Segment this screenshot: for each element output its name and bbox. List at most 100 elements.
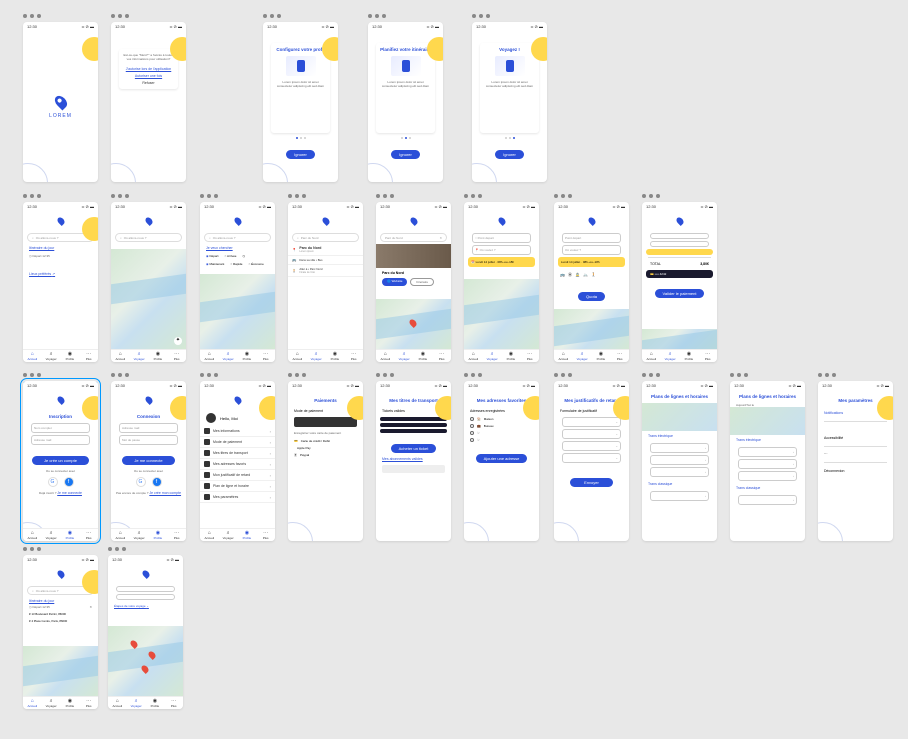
tab-travel[interactable]: ⌕Voyager [130, 531, 149, 540]
filter-cheap[interactable]: ○ Économe [248, 262, 263, 266]
search-input[interactable]: Parc du Nord✕ [380, 233, 447, 242]
frame-handle[interactable] [200, 373, 275, 377]
delay-field[interactable]: ⌄ [562, 417, 621, 427]
line-item[interactable]: › [650, 491, 709, 501]
filter-arrivee[interactable]: ○ Arrivée [224, 254, 236, 258]
frame-handle[interactable] [288, 373, 363, 377]
ticket-item[interactable] [380, 429, 447, 433]
tab-profile[interactable]: ◉Profile [414, 352, 433, 361]
tab-home[interactable]: ⌂Accueil [288, 352, 307, 361]
line-item[interactable]: › [738, 447, 797, 457]
frame-handle[interactable] [472, 14, 547, 18]
plan-map[interactable] [642, 403, 717, 431]
directions-button[interactable]: Itinéraire [410, 278, 434, 286]
date-selector[interactable]: Lundi 14 juillet · 08h–ou–18h [558, 257, 625, 267]
tab-travel[interactable]: ⌕Voyager [127, 699, 146, 708]
tab-profile[interactable]: ◉Profile [680, 352, 699, 361]
settings-item[interactable]: ··· [818, 448, 893, 460]
tab-home[interactable]: ⌂Accueil [23, 531, 42, 540]
tab-home[interactable]: ⌂Accueil [200, 352, 219, 361]
close-icon[interactable]: ✕ [89, 605, 92, 609]
email-input[interactable]: Adresse mail [31, 435, 90, 445]
line-item[interactable]: › [650, 467, 709, 477]
tab-profile[interactable]: ◉Profile [61, 699, 80, 708]
map-view[interactable] [642, 329, 717, 349]
menu-item[interactable]: Mode de paiement› [200, 437, 275, 448]
tab-travel[interactable]: ⌕Voyager [130, 352, 149, 361]
payment-option[interactable]: Apple Pay [288, 444, 363, 451]
website-button[interactable]: 🌐 Website [382, 278, 407, 286]
frame-handle[interactable] [111, 14, 186, 18]
poi-item[interactable]: 📍Parc du NordLorem ipsum [288, 244, 363, 256]
menu-item[interactable]: Mon justificatif de retard› [200, 470, 275, 481]
menu-item[interactable]: Plan de ligne et horaire› [200, 481, 275, 492]
tab-more[interactable]: ⋯Plus [432, 352, 451, 361]
frame-handle[interactable] [23, 547, 98, 551]
address-item[interactable]: 💼Bureau [464, 422, 539, 429]
tab-home[interactable]: ⌂Accueil [108, 699, 127, 708]
frame-handle[interactable] [818, 373, 893, 377]
signup-link[interactable]: Je crée mon compte [149, 491, 181, 495]
tab-more[interactable]: ⋯Plus [610, 352, 629, 361]
tab-travel[interactable]: ⌕Voyager [219, 352, 238, 361]
facebook-button[interactable]: f [152, 477, 162, 487]
frame-handle[interactable] [376, 194, 451, 198]
map-view[interactable] [554, 309, 629, 349]
tab-travel[interactable]: ⌕Voyager [219, 531, 238, 540]
tab-home[interactable]: ⌂Accueil [464, 352, 483, 361]
frame-handle[interactable] [23, 194, 98, 198]
poi-item[interactable]: 🚌Dans sa ville • Bus [288, 256, 363, 265]
tab-home[interactable]: ⌂Accueil [200, 531, 219, 540]
frame-handle[interactable] [111, 373, 186, 377]
payment-option[interactable]: 💳Carte de crédit / Débit [288, 437, 363, 444]
frame-handle[interactable] [200, 194, 275, 198]
skip-button[interactable]: Ignorer [391, 150, 420, 159]
map-view[interactable] [200, 274, 275, 349]
date-selector[interactable]: 📅 Lundi 14 juillet · 08h–ou–18h [468, 257, 535, 267]
tab-more[interactable]: ⋯Plus [79, 699, 98, 708]
frame-handle[interactable] [368, 14, 443, 18]
search-input[interactable]: ⌕Parc du Nord [292, 233, 359, 242]
tab-profile[interactable]: ◉Profile [326, 352, 345, 361]
signup-button[interactable]: Je crée un compte [32, 456, 89, 465]
settings-item[interactable]: Accessibilité [818, 424, 893, 444]
compass-icon[interactable]: ✦ [174, 337, 182, 345]
ticket-item[interactable] [380, 417, 447, 421]
menu-item[interactable]: Mes adresses favoris› [200, 459, 275, 470]
tab-profile[interactable]: ◉Profile [149, 352, 168, 361]
plan-map[interactable] [730, 407, 805, 435]
name-input[interactable]: Nom complet [31, 423, 90, 433]
frame-handle[interactable] [23, 373, 98, 377]
to-input[interactable] [650, 241, 709, 247]
tab-more[interactable]: ⋯Plus [698, 352, 717, 361]
frame-handle[interactable] [263, 14, 338, 18]
consent-accept-button[interactable]: J'autorise lors de l'application [123, 67, 174, 71]
poi-item[interactable]: 🚶Aller à • Parc NordFinale de l'été [288, 265, 363, 277]
tab-home[interactable]: ⌂Accueil [111, 531, 130, 540]
validate-button[interactable]: Valider le paiement [655, 289, 705, 298]
tab-profile[interactable]: ◉Profile [61, 531, 80, 540]
login-button[interactable]: Je me connecte [122, 456, 174, 465]
map-view[interactable]: ✦ [111, 249, 186, 349]
filter-quick[interactable]: ○ Rapide [230, 262, 242, 266]
tab-more[interactable]: ⋯Plus [344, 352, 363, 361]
date-selector[interactable] [646, 249, 713, 255]
frame-handle[interactable] [464, 373, 539, 377]
tab-travel[interactable]: ⌕Voyager [42, 699, 61, 708]
password-input[interactable]: Mot de passe [119, 435, 178, 445]
frame-handle[interactable] [554, 194, 629, 198]
line-item[interactable]: › [738, 495, 797, 505]
to-input[interactable]: Où voulez ? [562, 245, 621, 255]
tab-travel[interactable]: ⌕Voyager [661, 352, 680, 361]
tab-home[interactable]: ⌂Accueil [23, 352, 42, 361]
delay-field[interactable]: ⌄ [562, 441, 621, 451]
frame-handle[interactable] [554, 373, 629, 377]
email-input[interactable]: Adresse mail [119, 423, 178, 433]
line-item[interactable]: › [650, 455, 709, 465]
tab-travel[interactable]: ⌕Voyager [42, 352, 61, 361]
to-input[interactable] [116, 594, 175, 600]
payment-method[interactable]: 💳 •••• 4242 [646, 270, 713, 278]
frame-handle[interactable] [23, 14, 98, 18]
tab-more[interactable]: ⋯Plus [256, 531, 275, 540]
menu-item[interactable]: Mes informations› [200, 426, 275, 437]
